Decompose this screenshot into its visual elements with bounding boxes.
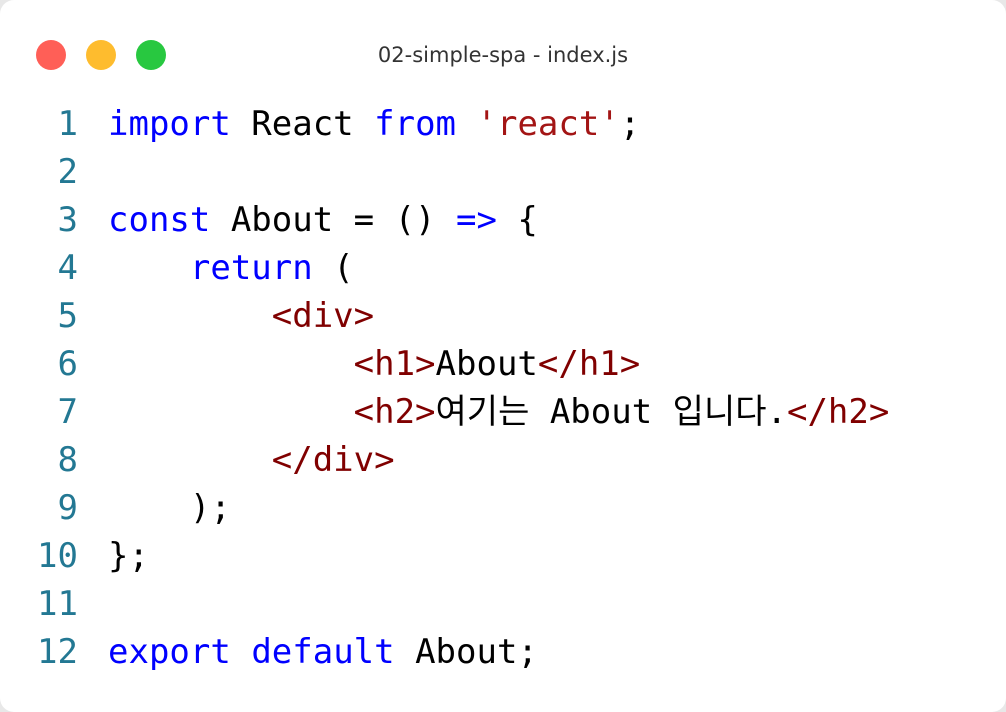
code-line[interactable]: 9 );	[0, 484, 1006, 532]
code-token-text: );	[108, 488, 231, 528]
line-number: 10	[37, 536, 78, 576]
code-line[interactable]: 12 export default About;	[0, 628, 1006, 676]
code-token-tag: <div>	[271, 296, 375, 336]
line-content: };	[108, 532, 149, 580]
line-content: return (	[108, 244, 354, 292]
code-token-tag: </div>	[271, 440, 395, 480]
code-token-text: };	[108, 536, 149, 576]
line-content: </div>	[108, 436, 395, 484]
line-content: const About = () => {	[108, 196, 538, 244]
code-token-keyword: from	[374, 104, 457, 144]
line-number: 9	[57, 488, 78, 528]
line-number: 11	[37, 584, 78, 624]
code-line[interactable]: 8 </div>	[0, 436, 1006, 484]
code-token-text: ;	[619, 104, 641, 144]
code-token-text: {	[496, 200, 538, 240]
window-title: 02-simple-spa - index.js	[377, 43, 629, 67]
code-token-text: About	[435, 344, 538, 384]
code-editor: 1 import React from 'react'; 2 3 const About…	[0, 100, 1006, 676]
window-titlebar: 02-simple-spa - index.js	[0, 0, 1006, 100]
line-number: 1	[57, 104, 78, 144]
code-line[interactable]: 7 <h2>여기는 About 입니다.</h2>	[0, 388, 1006, 436]
line-number: 3	[57, 200, 78, 240]
code-token-tag: <h2>	[353, 392, 436, 432]
code-token-keyword: return	[189, 248, 313, 288]
code-token-text: About;	[394, 632, 538, 672]
code-line[interactable]: 10};	[0, 532, 1006, 580]
code-line[interactable]: 3 const About = () => {	[0, 196, 1006, 244]
line-number: 5	[57, 296, 78, 336]
code-token-tag: </h1>	[537, 344, 641, 384]
code-line[interactable]: 1 import React from 'react';	[0, 100, 1006, 148]
line-number: 2	[57, 152, 78, 192]
line-content: import React from 'react';	[108, 100, 640, 148]
code-token-keyword: =>	[456, 200, 497, 240]
code-line[interactable]: 2	[0, 148, 1006, 196]
code-line[interactable]: 5 <div>	[0, 292, 1006, 340]
line-content: export default About;	[108, 628, 538, 676]
line-content: <h1>About</h1>	[108, 340, 641, 388]
code-token-string: 'react'	[476, 104, 620, 144]
code-token-keyword: default	[251, 632, 395, 672]
code-token-keyword: import	[108, 104, 231, 144]
line-number: 12	[37, 632, 78, 672]
code-token-keyword: const	[108, 200, 211, 240]
code-token-text: About = ()	[210, 200, 456, 240]
code-token-keyword: export	[108, 632, 231, 672]
code-token-text: (	[312, 248, 354, 288]
code-token-text: 여기는 About 입니다.	[435, 392, 787, 432]
code-line[interactable]: 6 <h1>About</h1>	[0, 340, 1006, 388]
code-line[interactable]: 4 return (	[0, 244, 1006, 292]
code-window: 02-simple-spa - index.js 1 import React f…	[0, 0, 1006, 712]
line-number: 6	[57, 344, 78, 384]
line-number: 4	[57, 248, 78, 288]
line-content: <div>	[108, 292, 374, 340]
line-content: );	[108, 484, 231, 532]
code-token-text: React	[230, 104, 375, 144]
line-content: <h2>여기는 About 입니다.</h2>	[108, 388, 890, 436]
code-line[interactable]: 11	[0, 580, 1006, 628]
line-number: 8	[57, 440, 78, 480]
code-token-tag: </h2>	[786, 392, 890, 432]
code-token-tag: <h1>	[353, 344, 436, 384]
line-number: 7	[57, 392, 78, 432]
